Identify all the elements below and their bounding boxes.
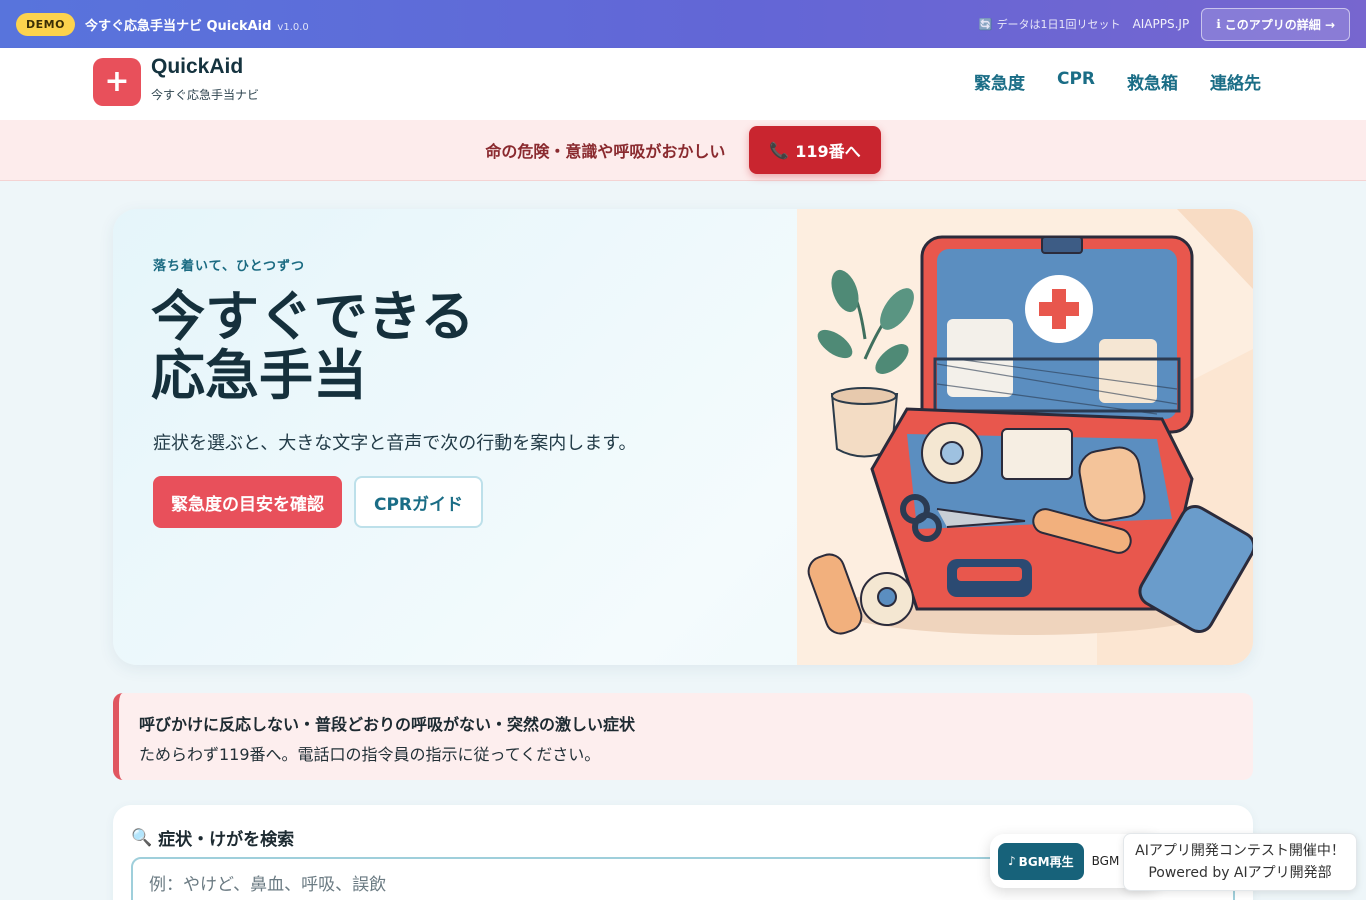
- site-header: + QuickAid 今すぐ応急手当ナビ 緊急度 CPR 救急箱 連絡先: [0, 48, 1366, 120]
- cpr-guide-button[interactable]: CPRガイド: [354, 476, 484, 528]
- contest-line2: Powered by AIアプリ開発部: [1148, 865, 1332, 881]
- demo-bar: DEMO 今すぐ応急手当ナビ QuickAid v1.0.0 🔄 データは1日1回…: [0, 0, 1366, 48]
- search-label-text: 症状・けがを検索: [158, 830, 295, 850]
- emergency-strip: 命の危険・意識や呼吸がおかしい 📞 119番へ: [0, 120, 1366, 181]
- hero-eyebrow: 落ち着いて、ひとつずつ: [153, 259, 306, 274]
- bgm-play-label: BGM再生: [1018, 854, 1074, 869]
- app-detail-button[interactable]: ℹ このアプリの詳細 →: [1201, 7, 1350, 41]
- reset-note: 🔄 データは1日1回リセット: [979, 16, 1121, 32]
- nav-cpr[interactable]: CPR: [1057, 69, 1095, 94]
- first-aid-kit-illustration: [797, 209, 1253, 665]
- logo-plus-icon[interactable]: +: [93, 58, 141, 106]
- emergency-text: 命の危険・意識や呼吸がおかしい: [485, 142, 726, 161]
- app-detail-label: このアプリの詳細 →: [1224, 17, 1335, 32]
- main-nav: 緊急度 CPR 救急箱 連絡先: [974, 69, 1261, 94]
- version-label: v1.0.0: [277, 21, 309, 33]
- hero-title-line1: 今すぐできる: [151, 285, 475, 348]
- reset-note-text: データは1日1回リセット: [996, 18, 1121, 31]
- contest-banner[interactable]: AIアプリ開発コンテスト開催中！ Powered by AIアプリ開発部: [1123, 833, 1357, 891]
- phone-icon: 📞: [769, 140, 790, 160]
- bgm-label: BGM: [1091, 854, 1120, 868]
- nav-contacts[interactable]: 連絡先: [1210, 69, 1261, 94]
- hero-description: 症状を選ぶと、大きな文字と音声で次の行動を案内します。: [153, 433, 637, 454]
- refresh-icon: 🔄: [978, 17, 993, 31]
- aiapps-link[interactable]: AIAPPS.JP: [1133, 17, 1190, 31]
- bgm-play-button[interactable]: ♪ BGM再生: [998, 842, 1084, 880]
- hero-title-line2: 応急手当: [151, 344, 367, 408]
- hero-section: 落ち着いて、ひとつずつ 今すぐできる 応急手当 症状を選ぶと、大きな文字と音声で…: [113, 209, 1253, 665]
- warning-title: 呼びかけに反応しない・普段どおりの呼吸がない・突然の激しい症状: [139, 715, 636, 734]
- call-119-label: 119番へ: [795, 142, 861, 161]
- first-aid-kit-icon: [797, 209, 1253, 665]
- nav-first-aid-kit[interactable]: 救急箱: [1127, 69, 1178, 94]
- hero-title: 今すぐできる 応急手当: [151, 287, 474, 406]
- warning-body: ためらわず119番へ。電話口の指令員の指示に従ってください。: [139, 745, 601, 764]
- search-label: 🔍 症状・けがを検索: [131, 825, 295, 851]
- brand-name[interactable]: QuickAid: [151, 55, 243, 79]
- emergency-warning: 呼びかけに反応しない・普段どおりの呼吸がない・突然の激しい症状 ためらわず119…: [113, 693, 1253, 780]
- info-icon: ℹ: [1216, 17, 1221, 31]
- demo-badge: DEMO: [16, 12, 75, 36]
- nav-urgency[interactable]: 緊急度: [974, 69, 1025, 94]
- demo-app-title: 今すぐ応急手当ナビ QuickAid v1.0.0: [84, 18, 309, 34]
- call-119-button[interactable]: 📞 119番へ: [749, 126, 881, 174]
- search-icon: 🔍: [131, 827, 153, 848]
- contest-line1: AIアプリ開発コンテスト開催中！: [1135, 842, 1345, 859]
- music-note-icon: ♪: [1008, 854, 1016, 868]
- brand-subtitle: 今すぐ応急手当ナビ: [151, 88, 260, 102]
- urgency-check-button[interactable]: 緊急度の目安を確認: [153, 476, 342, 528]
